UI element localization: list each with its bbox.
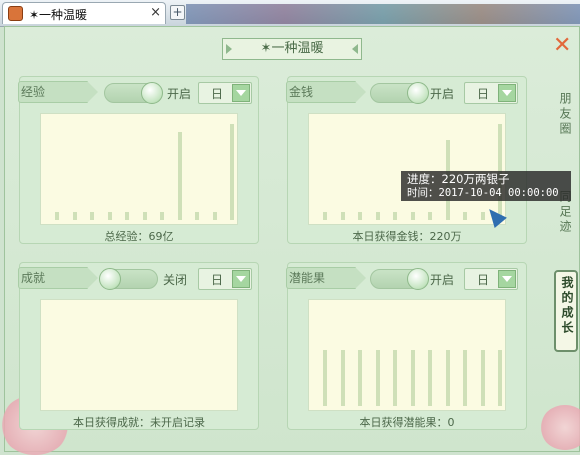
chart-bar: [55, 212, 59, 220]
section-label: 金钱: [286, 81, 366, 103]
toggle-state-label: 开启: [430, 87, 455, 101]
period-value: 日: [211, 87, 224, 101]
chart-bar: [212, 212, 217, 220]
toggle-knob: [407, 82, 429, 104]
gold-today-text: 本日获得金钱：220万: [352, 230, 462, 243]
tab-close-icon[interactable]: ×: [150, 5, 161, 20]
progress-tooltip: 进度：220万两银子 时间：2017-10-04 00:00:00: [401, 171, 571, 201]
achievement-section: 成就 关闭 日 本日获得成就：未开启记录: [18, 262, 259, 430]
chart-bar: [340, 212, 345, 220]
chart-bar: [72, 212, 77, 220]
chart-bar: [90, 212, 94, 220]
chevron-down-icon[interactable]: [498, 270, 516, 288]
achievement-today-text: 本日获得成就：未开启记录: [73, 416, 205, 429]
tab-my-growth[interactable]: 我的成长: [554, 270, 578, 352]
section-label: 潜能果: [286, 267, 366, 289]
chart-bar: [340, 350, 345, 406]
tab-friends-circle[interactable]: 朋友圈: [554, 92, 574, 152]
toggle-state-label: 关闭: [163, 273, 188, 287]
chart-bar: [230, 124, 234, 220]
new-tab-button[interactable]: +: [170, 5, 185, 20]
chart-bar: [463, 212, 467, 220]
game-banner-strip: [186, 4, 580, 24]
potential-section: 潜能果 开启 日 本日获得潜能果：0: [286, 262, 527, 430]
game-avatar-icon: [8, 6, 23, 21]
chart-bar: [125, 212, 129, 220]
toggle-knob: [407, 268, 429, 290]
chevron-down-icon[interactable]: [498, 84, 516, 102]
tooltip-time: 时间：2017-10-04 00:00:00: [407, 187, 559, 199]
browser-tab[interactable]: ✶一种温暖 ×: [2, 2, 166, 24]
exp-bar-chart: [40, 113, 238, 225]
achievement-record-toggle[interactable]: [99, 268, 158, 290]
period-value: 日: [211, 273, 224, 287]
potential-today-text: 本日获得潜能果：0: [359, 416, 455, 429]
chart-bar: [107, 212, 112, 220]
exp-section: 经验 开启 日 总经验：69亿: [18, 76, 259, 244]
toggle-state-label: 开启: [430, 273, 455, 287]
browser-tab-strip: ✶一种温暖 × +: [0, 0, 580, 27]
chart-bar: [445, 350, 450, 406]
achievement-period-select[interactable]: 日: [198, 268, 252, 290]
potential-record-toggle[interactable]: [370, 268, 429, 290]
chart-bar: [160, 212, 164, 220]
section-label: 经验: [18, 81, 98, 103]
chart-bar: [375, 212, 380, 220]
gold-record-toggle[interactable]: [370, 82, 429, 104]
chart-bar: [323, 350, 327, 406]
toggle-knob: [99, 268, 121, 290]
chart-bar: [177, 132, 182, 220]
chart-bar: [410, 212, 415, 220]
toggle-knob: [141, 82, 163, 104]
close-icon[interactable]: ✕: [553, 35, 571, 57]
chart-bar: [480, 350, 485, 406]
gold-period-select[interactable]: 日: [464, 82, 518, 104]
period-value: 日: [477, 87, 490, 101]
chart-bar: [498, 350, 502, 406]
browser-tab-title: ✶一种温暖: [29, 8, 88, 22]
chart-bar: [393, 350, 397, 406]
chart-bar: [142, 212, 147, 220]
chart-bar: [195, 212, 199, 220]
potential-bar-chart: [308, 299, 506, 411]
chart-bar: [463, 350, 467, 406]
chart-bar: [375, 350, 380, 406]
chart-bar: [428, 350, 432, 406]
chart-bar: [323, 212, 327, 220]
section-label: 成就: [18, 267, 98, 289]
exp-period-select[interactable]: 日: [198, 82, 252, 104]
exp-record-toggle[interactable]: [104, 82, 163, 104]
exp-total-text: 总经验：69亿: [104, 230, 174, 243]
chart-bar: [358, 350, 362, 406]
toggle-state-label: 开启: [167, 87, 192, 101]
achievement-bar-chart: [40, 299, 238, 411]
gold-bar-chart: [308, 113, 506, 225]
chart-bar: [410, 350, 415, 406]
potential-period-select[interactable]: 日: [464, 268, 518, 290]
tooltip-progress: 进度：220万两银子: [407, 172, 510, 186]
window-title: ✶一种温暖: [222, 38, 362, 60]
period-value: 日: [477, 273, 490, 287]
chart-bar: [393, 212, 397, 220]
chevron-down-icon[interactable]: [232, 84, 250, 102]
chevron-down-icon[interactable]: [232, 270, 250, 288]
chart-bar: [358, 212, 362, 220]
chart-bar: [428, 212, 432, 220]
